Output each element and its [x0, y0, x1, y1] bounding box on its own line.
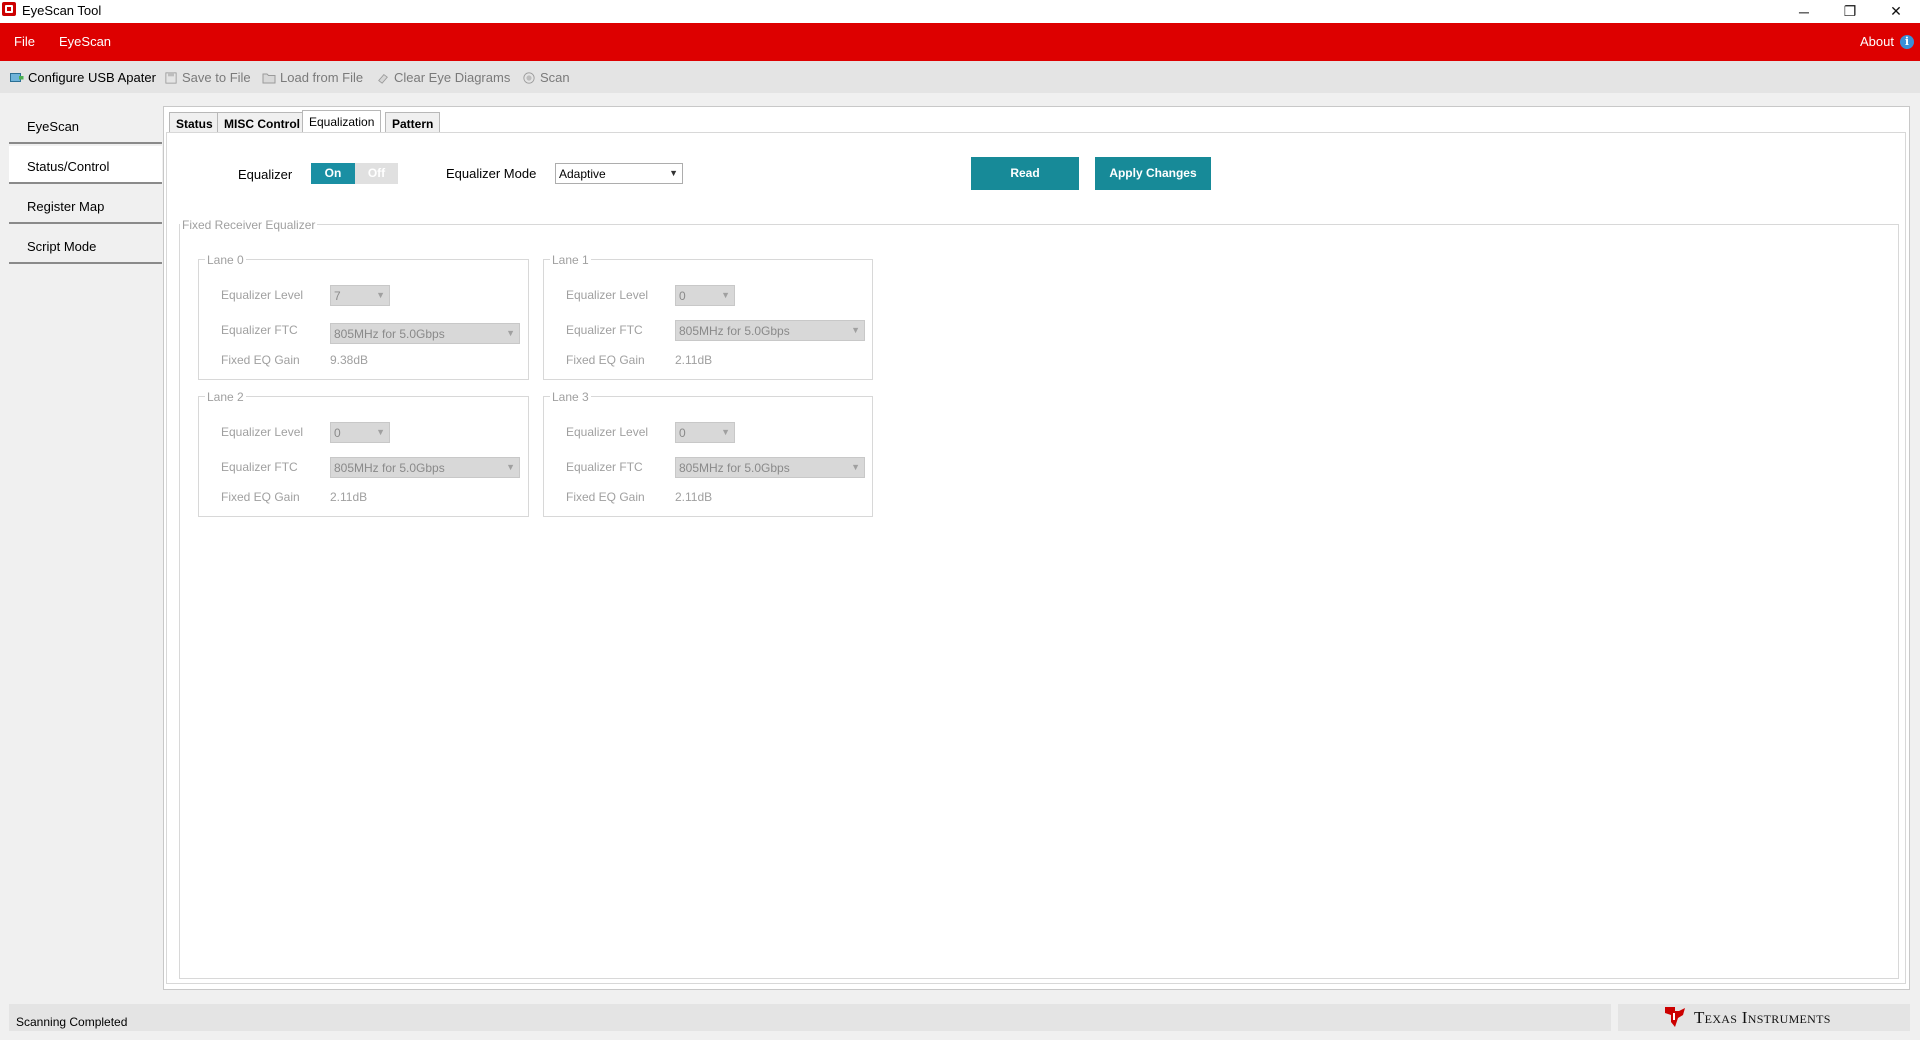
brand-name: Texas Instruments — [1694, 1008, 1831, 1027]
equalizer-mode-select[interactable]: Adaptive ▼ — [555, 163, 683, 184]
lane-1-gain-label: Fixed EQ Gain — [566, 353, 645, 367]
scan-label: Scan — [540, 70, 570, 85]
save-to-file-button[interactable]: Save to File — [164, 70, 251, 85]
lane-2-gain-value: 2.11dB — [330, 490, 368, 504]
configure-usb-label: Configure USB Apater — [28, 70, 156, 85]
title-bar: EyeScan Tool ─ ❐ ✕ — [0, 0, 1920, 23]
menu-about[interactable]: About — [1860, 34, 1894, 49]
tab-equalization[interactable]: Equalization — [302, 110, 382, 133]
lane-1-title: Lane 1 — [550, 253, 591, 267]
lane-3-gain-value: 2.11dB — [675, 490, 713, 504]
chevron-down-icon: ▼ — [851, 325, 860, 335]
lane-1-ftc-value: 805MHz for 5.0Gbps — [679, 324, 790, 338]
load-from-file-label: Load from File — [280, 70, 364, 85]
chevron-down-icon: ▼ — [376, 290, 385, 300]
lane-2-level-select[interactable]: 0 ▼ — [330, 422, 390, 443]
lane-0-title: Lane 0 — [205, 253, 246, 267]
toolbar: Configure USB Apater Save to File Load f… — [0, 61, 1920, 93]
lane-0-gain-label: Fixed EQ Gain — [221, 353, 300, 367]
equalizer-mode-value: Adaptive — [559, 167, 606, 181]
lane-2-ftc-label: Equalizer FTC — [221, 460, 298, 474]
lane-2-ftc-value: 805MHz for 5.0Gbps — [334, 461, 445, 475]
equalizer-toggle[interactable]: On Off — [311, 163, 398, 184]
chevron-down-icon: ▼ — [376, 427, 385, 437]
lane-1-level-select[interactable]: 0 ▼ — [675, 285, 735, 306]
sidebar-item-eyescan[interactable]: EyeScan — [9, 106, 162, 144]
menu-eyescan[interactable]: EyeScan — [59, 34, 111, 49]
equalizer-mode-label: Equalizer Mode — [446, 166, 537, 181]
scan-icon — [523, 71, 535, 84]
close-button[interactable]: ✕ — [1873, 0, 1919, 23]
status-bar — [9, 1004, 1611, 1031]
lane-1-ftc-select[interactable]: 805MHz for 5.0Gbps ▼ — [675, 320, 865, 341]
lane-0-ftc-label: Equalizer FTC — [221, 323, 298, 337]
lane-3-ftc-value: 805MHz for 5.0Gbps — [679, 461, 790, 475]
lane-2-title: Lane 2 — [205, 390, 246, 404]
lane-0-level-value: 7 — [334, 289, 341, 303]
lane-1-ftc-label: Equalizer FTC — [566, 323, 643, 337]
folder-icon — [262, 73, 276, 83]
lane-1-level-value: 0 — [679, 289, 686, 303]
menu-bar: File EyeScan About i — [0, 23, 1920, 61]
lane-3-level-value: 0 — [679, 426, 686, 440]
lane-0-gain-value: 9.38dB — [330, 353, 369, 367]
save-to-file-label: Save to File — [182, 70, 251, 85]
save-icon — [165, 71, 177, 84]
load-from-file-button[interactable]: Load from File — [262, 70, 363, 85]
window-title: EyeScan Tool — [22, 3, 102, 18]
lane-1-level-label: Equalizer Level — [566, 288, 649, 302]
fixed-receiver-equalizer-title: Fixed Receiver Equalizer — [180, 218, 318, 232]
apply-changes-button[interactable]: Apply Changes — [1095, 157, 1211, 190]
lane-0-ftc-select[interactable]: 805MHz for 5.0Gbps ▼ — [330, 323, 520, 344]
tab-pattern[interactable]: Pattern — [385, 112, 441, 132]
tab-status[interactable]: Status — [169, 112, 220, 132]
clear-eye-diagrams-button[interactable]: Clear Eye Diagrams — [376, 70, 510, 85]
lane-3-title: Lane 3 — [550, 390, 591, 404]
lane-3-level-label: Equalizer Level — [566, 425, 649, 439]
lane-0-level-label: Equalizer Level — [221, 288, 304, 302]
sidebar: EyeScan Status/Control Register Map Scri… — [9, 106, 162, 990]
lane-2-gain-label: Fixed EQ Gain — [221, 490, 300, 504]
chevron-down-icon: ▼ — [721, 427, 730, 437]
lane-2-level-label: Equalizer Level — [221, 425, 304, 439]
lane-3-ftc-label: Equalizer FTC — [566, 460, 643, 474]
sidebar-item-script-mode[interactable]: Script Mode — [9, 226, 162, 264]
minimize-button[interactable]: ─ — [1781, 0, 1827, 23]
toggle-off-option[interactable]: Off — [355, 163, 398, 184]
menu-file[interactable]: File — [14, 34, 35, 49]
configure-usb-button[interactable]: Configure USB Apater — [10, 70, 156, 85]
chevron-down-icon: ▼ — [506, 462, 515, 472]
equalizer-label: Equalizer — [238, 167, 293, 182]
eraser-icon — [378, 73, 388, 84]
chevron-down-icon: ▼ — [506, 328, 515, 338]
restore-button[interactable]: ❐ — [1827, 0, 1873, 23]
toggle-on-option[interactable]: On — [311, 163, 355, 184]
lane-3-level-select[interactable]: 0 ▼ — [675, 422, 735, 443]
info-icon[interactable]: i — [1900, 35, 1914, 49]
lane-2-level-value: 0 — [334, 426, 341, 440]
tab-misc-control[interactable]: MISC Control — [217, 112, 307, 132]
clear-eye-diagrams-label: Clear Eye Diagrams — [394, 70, 511, 85]
chevron-down-icon: ▼ — [851, 462, 860, 472]
read-button[interactable]: Read — [971, 157, 1079, 190]
ti-logo-icon — [1665, 1007, 1685, 1027]
lane-1-gain-value: 2.11dB — [675, 353, 713, 367]
lane-3-ftc-select[interactable]: 805MHz for 5.0Gbps ▼ — [675, 457, 865, 478]
sidebar-item-status-control[interactable]: Status/Control — [9, 146, 162, 184]
chevron-down-icon: ▼ — [721, 290, 730, 300]
scan-button[interactable]: Scan — [522, 70, 570, 85]
status-text: Scanning Completed — [16, 1015, 128, 1029]
chevron-down-icon: ▼ — [669, 168, 678, 178]
app-icon — [2, 2, 16, 16]
sidebar-item-register-map[interactable]: Register Map — [9, 186, 162, 224]
lane-0-level-select[interactable]: 7 ▼ — [330, 285, 390, 306]
usb-adapter-icon — [10, 72, 24, 82]
lane-2-ftc-select[interactable]: 805MHz for 5.0Gbps ▼ — [330, 457, 520, 478]
lane-3-gain-label: Fixed EQ Gain — [566, 490, 645, 504]
lane-0-ftc-value: 805MHz for 5.0Gbps — [334, 327, 445, 341]
